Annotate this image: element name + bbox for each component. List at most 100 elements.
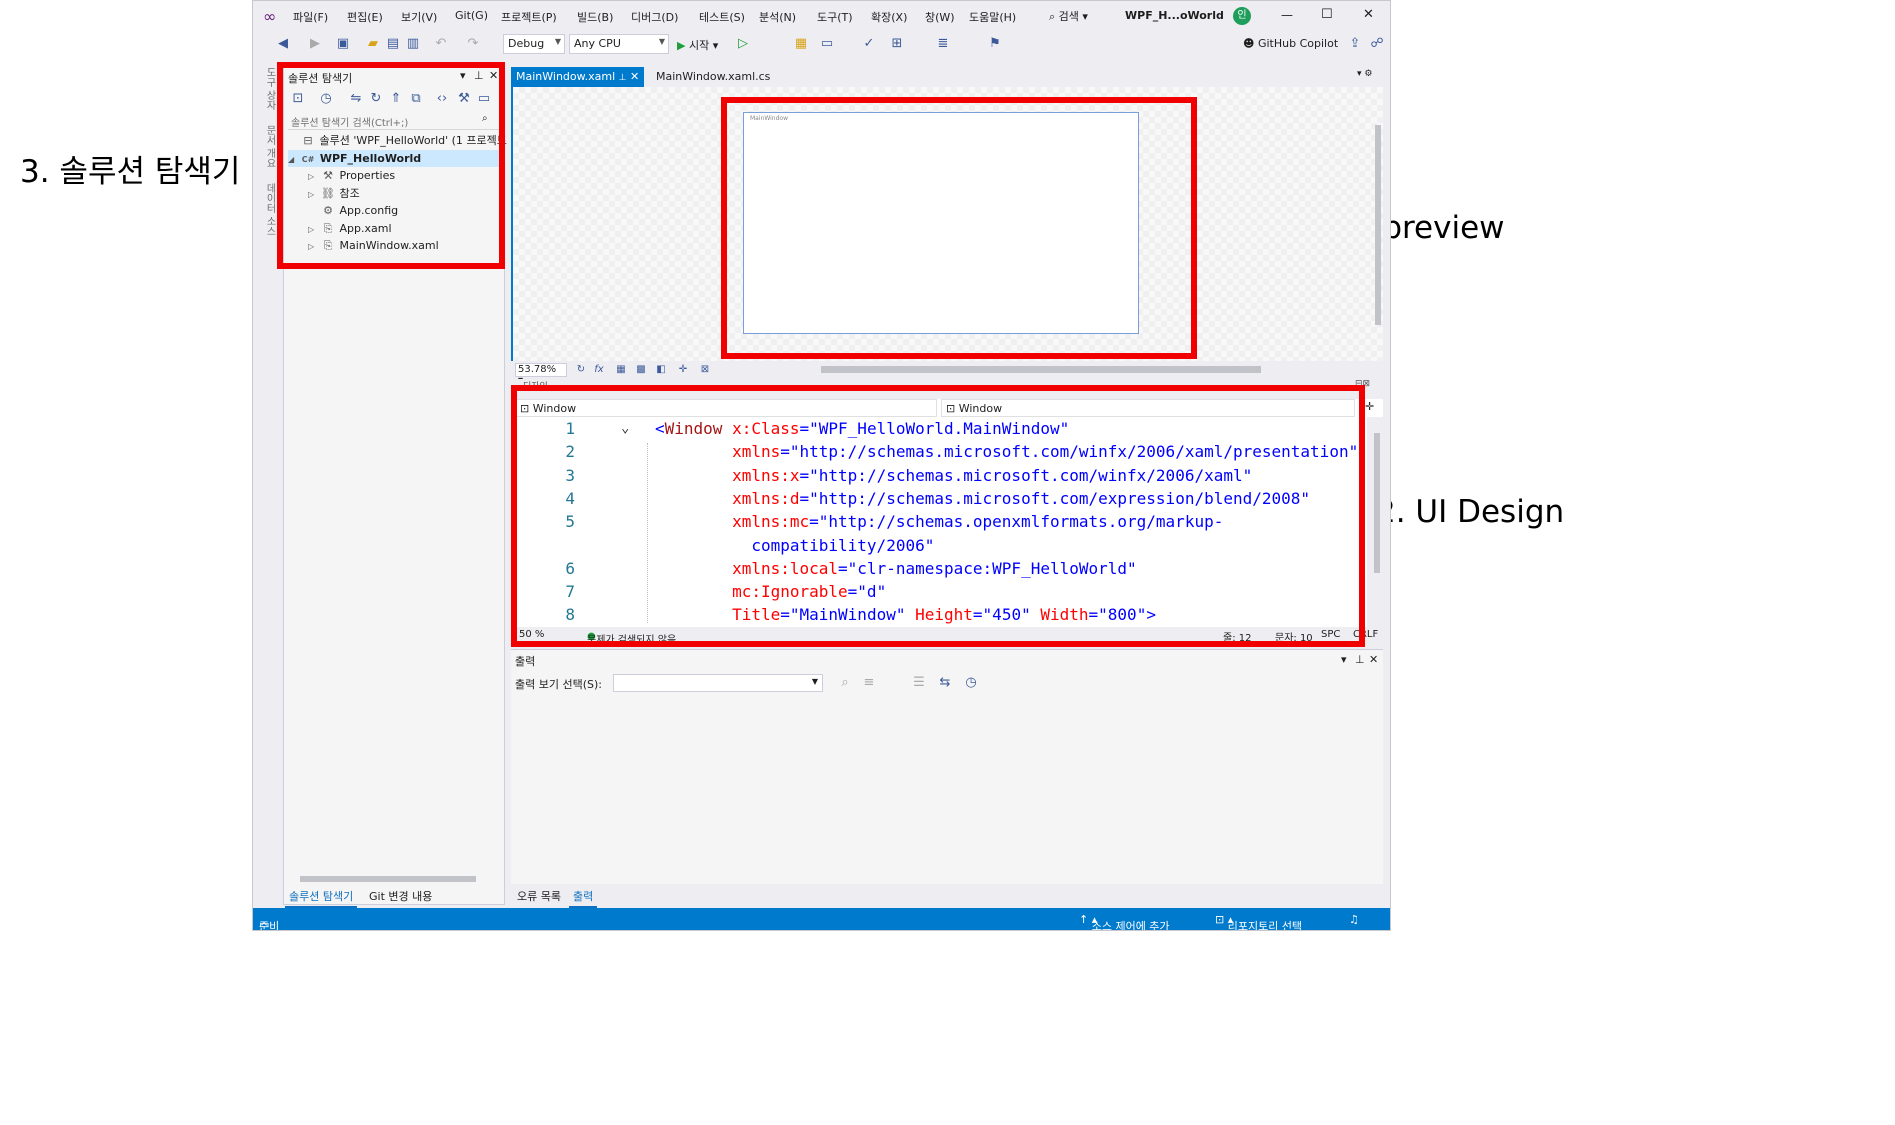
copilot-label: GitHub Copilot: [1257, 37, 1339, 50]
close-icon[interactable]: ✕: [1369, 653, 1378, 666]
refresh-icon[interactable]: ↻: [573, 362, 589, 378]
redo-icon[interactable]: ↷: [465, 36, 481, 52]
menu-item[interactable]: 빌드(B): [577, 9, 613, 25]
output-content[interactable]: [511, 698, 1383, 884]
new-project-icon[interactable]: ▣: [335, 36, 351, 52]
configuration-select[interactable]: Debug ▼: [503, 34, 565, 54]
spell-check-icon[interactable]: ✓: [861, 36, 877, 52]
device-icon[interactable]: ⊠: [697, 362, 713, 378]
timestamp-icon[interactable]: ◷: [963, 675, 979, 691]
document-outline-tab[interactable]: 문서 개요: [262, 125, 277, 168]
callout-solution-explorer: 3. 솔루션 탐색기: [20, 154, 241, 190]
save-all-icon[interactable]: ▥: [405, 36, 421, 52]
chevron-down-icon: ▼: [554, 37, 561, 46]
word-wrap-icon[interactable]: ⇆: [937, 675, 953, 691]
minimize-button[interactable]: —: [1281, 8, 1293, 22]
scrollbar-thumb[interactable]: [300, 876, 476, 882]
designer-zoom-bar: 53.78% ▾ ↻ fx ▦ ▩ ◧ ✛ ⊠: [511, 361, 1383, 386]
menu-item[interactable]: 보기(V): [401, 9, 437, 25]
menu-item[interactable]: 디버그(D): [631, 9, 678, 25]
menu-item[interactable]: 분석(N): [759, 9, 796, 25]
tab-mainwindow-xaml[interactable]: MainWindow.xaml ⊥ ✕: [511, 67, 645, 87]
prev-message-icon[interactable]: ≡: [861, 675, 877, 691]
designer-zoom-select[interactable]: 53.78% ▾: [515, 363, 567, 386]
add-split-icon[interactable]: ✛: [1365, 400, 1374, 413]
standard-toolbar: ◀ ▶ ▣ ▰ ▤ ▥ ↶ ↷ Debug ▼ Any CPU ▼ ▶ 시작 ▾ ▷…: [253, 31, 1390, 59]
ready-label: 준비: [259, 920, 280, 931]
menu-item[interactable]: 도구(T): [817, 9, 853, 25]
tab-overflow-icon[interactable]: ▾ ⚙: [1357, 69, 1372, 79]
snap-grid-icon[interactable]: ▩: [633, 362, 649, 378]
effects-icon[interactable]: fx: [591, 362, 607, 378]
menu-item[interactable]: 파일(F): [293, 9, 328, 25]
play-icon: ▶: [677, 39, 686, 52]
solution-name: WPF_H...oWorld: [1125, 9, 1224, 22]
callout-ui-design: 2. UI Design: [1376, 494, 1565, 530]
browse-icon[interactable]: ▦: [793, 36, 809, 52]
design-horizontal-scroll-thumb[interactable]: [821, 366, 1261, 373]
panel-dropdown-icon[interactable]: ▾: [1341, 653, 1347, 666]
hot-reload-icon[interactable]: ⊞: [889, 36, 905, 52]
menu-item[interactable]: 테스트(S): [699, 9, 745, 25]
tab-error-list[interactable]: 오류 목록: [513, 886, 565, 906]
scrollbar-thumb[interactable]: [1375, 125, 1381, 325]
background-icon[interactable]: ◧: [653, 362, 669, 378]
undo-icon[interactable]: ↶: [433, 36, 449, 52]
open-folder-icon[interactable]: ▰: [365, 36, 381, 52]
share-icon[interactable]: ⇪: [1347, 36, 1363, 52]
menu-item[interactable]: 확장(X): [871, 9, 907, 25]
scrollbar-thumb[interactable]: [1374, 433, 1380, 573]
menu-item[interactable]: 편집(E): [347, 9, 383, 25]
data-sources-tab[interactable]: 데이터 소스: [262, 183, 277, 236]
grid-icon[interactable]: ▦: [613, 362, 629, 378]
solution-explorer-tabs: 솔루션 탐색기 Git 변경 내용: [283, 883, 505, 908]
avatar[interactable]: 인: [1233, 7, 1251, 25]
title-bar: ∞ 파일(F) 편집(E) 보기(V) Git(G) 프로젝트(P) 빌드(B) 디버그(D…: [253, 1, 1390, 31]
pin-icon[interactable]: ⊥: [1355, 653, 1365, 666]
start-button[interactable]: ▶ 시작 ▾: [677, 37, 718, 53]
select-repository-button[interactable]: ⊡ 리포지토리 선택 ▴: [1215, 913, 1302, 930]
notifications-icon[interactable]: ♫: [1349, 913, 1359, 926]
clear-all-icon[interactable]: ☰: [911, 675, 927, 691]
tab-git-changes[interactable]: Git 변경 내용: [365, 886, 436, 906]
indent-icon[interactable]: ≣: [935, 36, 951, 52]
configuration-value: Debug: [508, 37, 545, 50]
github-copilot-button[interactable]: ☻ GitHub Copilot: [1243, 37, 1338, 50]
menu-item[interactable]: 프로젝트(P): [501, 9, 557, 25]
close-tab-icon[interactable]: ✕: [630, 70, 639, 83]
tab-label: MainWindow.xaml: [516, 70, 616, 83]
menu-item[interactable]: 창(W): [925, 9, 955, 25]
annotation-box-solution-explorer: [277, 62, 505, 269]
zoom-value: 53.78%: [518, 364, 557, 375]
annotation-box-design-preview: [721, 97, 1197, 359]
platform-select[interactable]: Any CPU ▼: [569, 34, 669, 54]
output-panel: 출력 ▾ ⊥ ✕ 출력 보기 선택(S): ▼ ⌕ ≡ ☰ ⇆ ◷: [511, 649, 1383, 884]
menu-item[interactable]: 도움말(H): [969, 9, 1016, 25]
snap-lines-icon[interactable]: ✛: [675, 362, 691, 378]
search-box[interactable]: ⌕ 검색 ▾: [1049, 8, 1088, 24]
status-bar: ▭ 준비 ↑ 소스 제어에 추가 ▴ ⊡ 리포지토리 선택 ▴ ♫: [253, 908, 1390, 931]
find-message-icon[interactable]: ⌕: [837, 675, 853, 691]
tab-solution-explorer[interactable]: 솔루션 탐색기: [285, 886, 358, 908]
tab-output[interactable]: 출력: [569, 886, 598, 908]
design-vertical-scrollbar[interactable]: [1373, 91, 1383, 357]
back-icon[interactable]: ◀: [275, 36, 291, 52]
code-vertical-scrollbar[interactable]: [1371, 419, 1383, 625]
feedback-icon[interactable]: ☍: [1369, 36, 1385, 52]
add-to-source-control-button[interactable]: ↑ 소스 제어에 추가 ▴: [1079, 913, 1170, 930]
toolbox-tab[interactable]: 도구 상자: [262, 67, 277, 110]
document-tabs: MainWindow.xaml ⊥ ✕ MainWindow.xaml.cs ▾…: [511, 65, 1383, 87]
tab-mainwindow-xaml-cs[interactable]: MainWindow.xaml.cs: [651, 67, 776, 87]
maximize-button[interactable]: ☐: [1321, 7, 1333, 22]
save-icon[interactable]: ▤: [385, 36, 401, 52]
bookmark-icon[interactable]: ⚑: [987, 36, 1003, 52]
start-without-debug-icon[interactable]: ▷: [735, 36, 751, 52]
forward-icon[interactable]: ▶: [307, 36, 323, 52]
pin-icon[interactable]: ⊥: [619, 73, 627, 83]
layout-icon[interactable]: ▭: [819, 36, 835, 52]
repository-label: 리포지토리 선택: [1227, 920, 1303, 931]
close-button[interactable]: ✕: [1363, 7, 1374, 22]
output-source-select[interactable]: ▼: [613, 674, 823, 692]
menu-item[interactable]: Git(G): [455, 9, 488, 22]
source-control-label: 소스 제어에 추가: [1091, 920, 1170, 931]
